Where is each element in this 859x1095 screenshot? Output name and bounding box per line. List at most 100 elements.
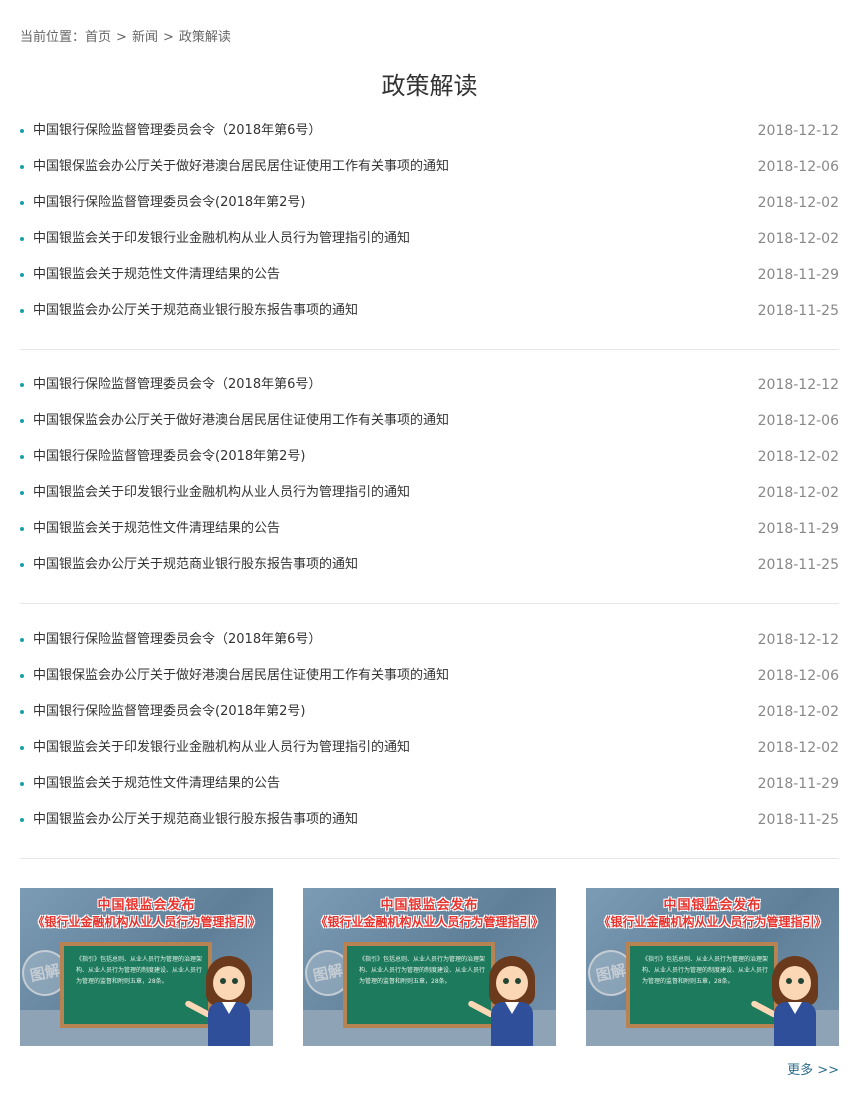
breadcrumb-current: 政策解读	[178, 30, 231, 45]
more-link[interactable]: 更多 >>	[787, 1059, 839, 1078]
news-title-link[interactable]: 中国银监会办公厅关于规范商业银行股东报告事项的通知	[33, 547, 358, 583]
thumbnail-subheadline: 《银行业金融机构从业人员行为管理指引》	[315, 915, 544, 929]
bullet-icon	[20, 674, 24, 678]
breadcrumb-prefix: 当前位置：	[20, 30, 86, 45]
bullet-icon	[20, 455, 24, 459]
news-title-link[interactable]: 中国银行保险监督管理委员会令（2018年第6号）	[33, 622, 321, 658]
list-item: 中国银监会办公厅关于规范商业银行股东报告事项的通知 2018-11-25	[20, 802, 839, 838]
list-item: 中国银保监会办公厅关于做好港澳台居民居住证使用工作有关事项的通知 2018-12-…	[20, 658, 839, 694]
thumbnail-card[interactable]: 中国银监会发布 《银行业金融机构从业人员行为管理指引》 图解 《指引》包括总则、…	[20, 888, 273, 1046]
news-title-link[interactable]: 中国银行保险监督管理委员会令(2018年第2号)	[33, 185, 306, 221]
bullet-icon	[20, 273, 24, 277]
news-date: 2018-12-06	[757, 413, 839, 429]
bullet-icon	[20, 165, 24, 169]
list-item: 中国银行保险监督管理委员会令(2018年第2号) 2018-12-02	[20, 439, 839, 475]
thumbnail-headline: 中国银监会发布	[97, 898, 196, 913]
news-date: 2018-12-06	[757, 159, 839, 175]
list-item: 中国银监会关于规范性文件清理结果的公告 2018-11-29	[20, 257, 839, 293]
news-date: 2018-12-02	[757, 449, 839, 465]
news-date: 2018-12-12	[757, 377, 839, 393]
news-title-link[interactable]: 中国银监会关于规范性文件清理结果的公告	[33, 257, 280, 293]
thumbnail-subheadline: 《银行业金融机构从业人员行为管理指引》	[32, 915, 261, 929]
news-title-link[interactable]: 中国银行保险监督管理委员会令(2018年第2号)	[33, 694, 306, 730]
news-title-link[interactable]: 中国银监会办公厅关于规范商业银行股东报告事项的通知	[33, 293, 358, 329]
news-title-link[interactable]: 中国银监会关于印发银行业金融机构从业人员行为管理指引的通知	[33, 730, 410, 766]
divider	[20, 858, 839, 859]
list-item: 中国银监会关于规范性文件清理结果的公告 2018-11-29	[20, 766, 839, 802]
divider	[20, 603, 839, 604]
list-item: 中国银监会关于印发银行业金融机构从业人员行为管理指引的通知 2018-12-02	[20, 730, 839, 766]
list-item: 中国银监会关于印发银行业金融机构从业人员行为管理指引的通知 2018-12-02	[20, 221, 839, 257]
news-date: 2018-12-12	[757, 123, 839, 139]
news-title-link[interactable]: 中国银监会关于印发银行业金融机构从业人员行为管理指引的通知	[33, 475, 410, 511]
news-date: 2018-12-02	[757, 704, 839, 720]
news-title-link[interactable]: 中国银监会关于印发银行业金融机构从业人员行为管理指引的通知	[33, 221, 410, 257]
bullet-icon	[20, 527, 24, 531]
news-title-link[interactable]: 中国银保监会办公厅关于做好港澳台居民居住证使用工作有关事项的通知	[33, 149, 449, 185]
news-list-1: 中国银行保险监督管理委员会令（2018年第6号） 2018-12-12 中国银保监…	[20, 113, 839, 329]
bullet-icon	[20, 638, 24, 642]
list-item: 中国银监会关于规范性文件清理结果的公告 2018-11-29	[20, 511, 839, 547]
thumbnail-card[interactable]: 中国银监会发布 《银行业金融机构从业人员行为管理指引》 图解 《指引》包括总则、…	[303, 888, 556, 1046]
bullet-icon	[20, 129, 24, 133]
list-item: 中国银监会关于印发银行业金融机构从业人员行为管理指引的通知 2018-12-02	[20, 475, 839, 511]
divider	[20, 349, 839, 350]
news-list-2: 中国银行保险监督管理委员会令（2018年第6号） 2018-12-12 中国银保监…	[20, 367, 839, 583]
thumbnail-subheadline: 《银行业金融机构从业人员行为管理指引》	[598, 915, 827, 929]
chalkboard: 《指引》包括总则、从业人员行为管理的治理架构、从业人员行为管理的制度建设、从业人…	[343, 942, 495, 1028]
page-title: 政策解读	[381, 72, 478, 100]
news-date: 2018-11-29	[757, 776, 839, 792]
news-title-link[interactable]: 中国银监会关于规范性文件清理结果的公告	[33, 766, 280, 802]
news-title-link[interactable]: 中国银行保险监督管理委员会令（2018年第6号）	[33, 367, 321, 403]
thumbnail-gallery: 中国银监会发布 《银行业金融机构从业人员行为管理指引》 图解 《指引》包括总则、…	[20, 888, 839, 1046]
news-date: 2018-11-25	[757, 303, 839, 319]
news-date: 2018-12-06	[757, 668, 839, 684]
list-item: 中国银行保险监督管理委员会令（2018年第6号） 2018-12-12	[20, 113, 839, 149]
news-title-link[interactable]: 中国银行保险监督管理委员会令(2018年第2号)	[33, 439, 306, 475]
chalkboard-text: 《指引》包括总则、从业人员行为管理的治理架构、从业人员行为管理的制度建设、从业人…	[76, 956, 203, 985]
list-item: 中国银行保险监督管理委员会令（2018年第6号） 2018-12-12	[20, 622, 839, 658]
breadcrumb: 当前位置：首页 > 新闻 > 政策解读	[20, 26, 231, 45]
news-title-link[interactable]: 中国银保监会办公厅关于做好港澳台居民居住证使用工作有关事项的通知	[33, 658, 449, 694]
news-title-link[interactable]: 中国银行保险监督管理委员会令（2018年第6号）	[33, 113, 321, 149]
news-date: 2018-11-25	[757, 557, 839, 573]
list-item: 中国银监会办公厅关于规范商业银行股东报告事项的通知 2018-11-25	[20, 547, 839, 583]
bullet-icon	[20, 383, 24, 387]
news-title-link[interactable]: 中国银监会办公厅关于规范商业银行股东报告事项的通知	[33, 802, 358, 838]
news-date: 2018-11-25	[757, 812, 839, 828]
news-date: 2018-12-02	[757, 485, 839, 501]
list-item: 中国银保监会办公厅关于做好港澳台居民居住证使用工作有关事项的通知 2018-12-…	[20, 403, 839, 439]
news-title-link[interactable]: 中国银保监会办公厅关于做好港澳台居民居住证使用工作有关事项的通知	[33, 403, 449, 439]
news-list-3: 中国银行保险监督管理委员会令（2018年第6号） 2018-12-12 中国银保监…	[20, 622, 839, 838]
bullet-icon	[20, 818, 24, 822]
teacher-illustration	[467, 956, 543, 1046]
breadcrumb-news-link[interactable]: 新闻	[132, 30, 158, 45]
bullet-icon	[20, 563, 24, 567]
list-item: 中国银行保险监督管理委员会令(2018年第2号) 2018-12-02	[20, 694, 839, 730]
news-title-link[interactable]: 中国银监会关于规范性文件清理结果的公告	[33, 511, 280, 547]
list-item: 中国银监会办公厅关于规范商业银行股东报告事项的通知 2018-11-25	[20, 293, 839, 329]
teacher-illustration	[750, 956, 826, 1046]
news-date: 2018-11-29	[757, 521, 839, 537]
chalkboard: 《指引》包括总则、从业人员行为管理的治理架构、从业人员行为管理的制度建设、从业人…	[60, 942, 212, 1028]
thumbnail-headline: 中国银监会发布	[380, 898, 479, 913]
news-date: 2018-11-29	[757, 267, 839, 283]
thumbnail-card[interactable]: 中国银监会发布 《银行业金融机构从业人员行为管理指引》 图解 《指引》包括总则、…	[586, 888, 839, 1046]
bullet-icon	[20, 309, 24, 313]
list-item: 中国银行保险监督管理委员会令（2018年第6号） 2018-12-12	[20, 367, 839, 403]
news-date: 2018-12-12	[757, 632, 839, 648]
bullet-icon	[20, 237, 24, 241]
list-item: 中国银保监会办公厅关于做好港澳台居民居住证使用工作有关事项的通知 2018-12-…	[20, 149, 839, 185]
news-date: 2018-12-02	[757, 195, 839, 211]
list-item: 中国银行保险监督管理委员会令(2018年第2号) 2018-12-02	[20, 185, 839, 221]
breadcrumb-home-link[interactable]: 首页	[85, 30, 111, 45]
bullet-icon	[20, 710, 24, 714]
bullet-icon	[20, 491, 24, 495]
news-date: 2018-12-02	[757, 231, 839, 247]
bullet-icon	[20, 201, 24, 205]
bullet-icon	[20, 782, 24, 786]
thumbnail-headline: 中国银监会发布	[663, 898, 762, 913]
teacher-illustration	[184, 956, 260, 1046]
chalkboard: 《指引》包括总则、从业人员行为管理的治理架构、从业人员行为管理的制度建设、从业人…	[626, 942, 778, 1028]
news-date: 2018-12-02	[757, 740, 839, 756]
